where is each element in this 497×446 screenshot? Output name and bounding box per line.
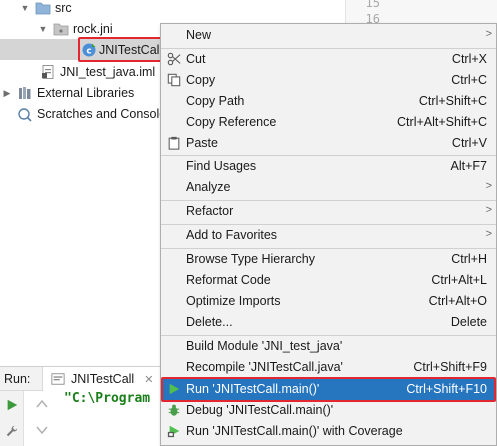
run-tab-jnitestcall[interactable]: JNITestCall ✕ (42, 367, 163, 391)
menu-item-new[interactable]: New > (161, 25, 496, 46)
menu-item-reformat-code[interactable]: Reformat Code Ctrl+Alt+L (161, 270, 496, 291)
menu-item-shortcut: Ctrl+Shift+F9 (413, 360, 487, 374)
run-config-icon (51, 373, 65, 385)
tree-item-src[interactable]: ▼ src (0, 0, 345, 18)
rerun-icon[interactable] (5, 398, 19, 412)
annotation-highlight-box (78, 37, 162, 62)
run-tab-label: JNITestCall (71, 372, 135, 386)
coverage-icon (167, 425, 180, 438)
close-icon[interactable]: ✕ (144, 373, 153, 386)
menu-item-label: New (186, 28, 212, 42)
submenu-arrow-icon: > (485, 228, 492, 240)
menu-item-add-to-favorites[interactable]: Add to Favorites > (161, 225, 496, 246)
line-number: 15 (365, 0, 380, 10)
tree-item-label: src (55, 0, 72, 15)
module-file-icon (42, 64, 54, 79)
submenu-arrow-icon: > (485, 204, 492, 216)
menu-item-shortcut: Ctrl+Shift+C (418, 94, 487, 108)
menu-item-label: Build Module 'JNI_test_java' (186, 339, 343, 353)
menu-item-shortcut: Ctrl+Alt+O (428, 294, 487, 308)
menu-item-shortcut: Delete (450, 315, 487, 329)
context-menu: New > Cut Ctrl+X Copy Ctrl+C Copy Path C… (160, 23, 497, 446)
menu-item-paste[interactable]: Paste Ctrl+V (161, 133, 496, 154)
chevron-right-icon[interactable]: ▶ (2, 88, 12, 98)
menu-item-optimize-imports[interactable]: Optimize Imports Ctrl+Alt+O (161, 291, 496, 312)
tree-item-label: External Libraries (37, 85, 135, 100)
menu-item-copy-reference[interactable]: Copy Reference Ctrl+Alt+Shift+C (161, 112, 496, 133)
scratches-icon (18, 107, 32, 122)
menu-item-browse-type-hierarchy[interactable]: Browse Type Hierarchy Ctrl+H (161, 249, 496, 270)
menu-item-label: Copy (186, 73, 216, 87)
wrench-icon[interactable] (5, 424, 19, 438)
menu-item-copy-path[interactable]: Copy Path Ctrl+Shift+C (161, 91, 496, 112)
menu-item-label: Reformat Code (186, 273, 271, 287)
menu-item-refactor[interactable]: Refactor > (161, 201, 496, 222)
clipboard-icon (168, 136, 180, 150)
run-panel-label: Run: (4, 371, 31, 386)
chevron-down-icon[interactable]: ▼ (38, 24, 48, 34)
menu-item-shortcut: Ctrl+Alt+Shift+C (397, 115, 487, 129)
menu-item-shortcut: Ctrl+Alt+L (431, 273, 487, 287)
menu-item-label: Browse Type Hierarchy (186, 252, 315, 266)
arrow-up-icon[interactable] (36, 399, 48, 409)
tree-item-label: Scratches and Consoles (37, 106, 173, 121)
menu-item-label: Refactor (186, 204, 234, 218)
tree-item-label: JNI_test_java.iml (60, 64, 156, 79)
run-side-toolbar (0, 391, 24, 446)
menu-item-cut[interactable]: Cut Ctrl+X (161, 49, 496, 70)
menu-item-shortcut: Ctrl+C (451, 73, 487, 87)
menu-item-label: Copy Reference (186, 115, 277, 129)
console-output: "C:\Program (64, 391, 151, 406)
menu-item-debug[interactable]: Debug 'JNITestCall.main()' (161, 400, 496, 421)
library-icon (19, 86, 31, 99)
annotation-highlight-box (161, 377, 496, 402)
menu-item-label: Copy Path (186, 94, 245, 108)
copy-icon (167, 73, 181, 87)
menu-item-find-usages[interactable]: Find Usages Alt+F7 (161, 156, 496, 177)
menu-item-build-module[interactable]: Build Module 'JNI_test_java' (161, 336, 496, 357)
menu-item-copy[interactable]: Copy Ctrl+C (161, 70, 496, 91)
chevron-down-icon[interactable]: ▼ (20, 3, 30, 13)
menu-item-label: Paste (186, 136, 218, 150)
menu-item-label: Recompile 'JNITestCall.java' (186, 360, 343, 374)
menu-item-label: Add to Favorites (186, 228, 278, 242)
menu-item-label: Delete... (186, 315, 233, 329)
menu-item-run-with-coverage[interactable]: Run 'JNITestCall.main()' with Coverage (161, 421, 496, 442)
debug-bug-icon (168, 404, 180, 416)
menu-item-shortcut: Ctrl+H (451, 252, 487, 266)
menu-item-label: Analyze (186, 180, 231, 194)
menu-item-label: Debug 'JNITestCall.main()' (186, 403, 334, 417)
menu-item-analyze[interactable]: Analyze > (161, 177, 496, 198)
menu-item-label: Cut (186, 52, 206, 66)
tree-item-label: rock.jni (73, 21, 113, 36)
submenu-arrow-icon: > (485, 28, 492, 40)
scissors-icon (167, 52, 181, 66)
menu-item-shortcut: Alt+F7 (450, 159, 487, 173)
source-folder-icon (35, 2, 51, 14)
submenu-arrow-icon: > (485, 180, 492, 192)
menu-item-shortcut: Ctrl+X (451, 52, 487, 66)
menu-item-delete[interactable]: Delete... Delete (161, 312, 496, 333)
menu-item-shortcut: Ctrl+V (451, 136, 487, 150)
menu-item-recompile[interactable]: Recompile 'JNITestCall.java' Ctrl+Shift+… (161, 357, 496, 378)
menu-item-label: Optimize Imports (186, 294, 281, 308)
menu-item-label: Find Usages (186, 159, 257, 173)
arrow-down-icon[interactable] (36, 425, 48, 435)
package-folder-icon (53, 23, 69, 35)
menu-item-label: Run 'JNITestCall.main()' with Coverage (186, 424, 403, 438)
